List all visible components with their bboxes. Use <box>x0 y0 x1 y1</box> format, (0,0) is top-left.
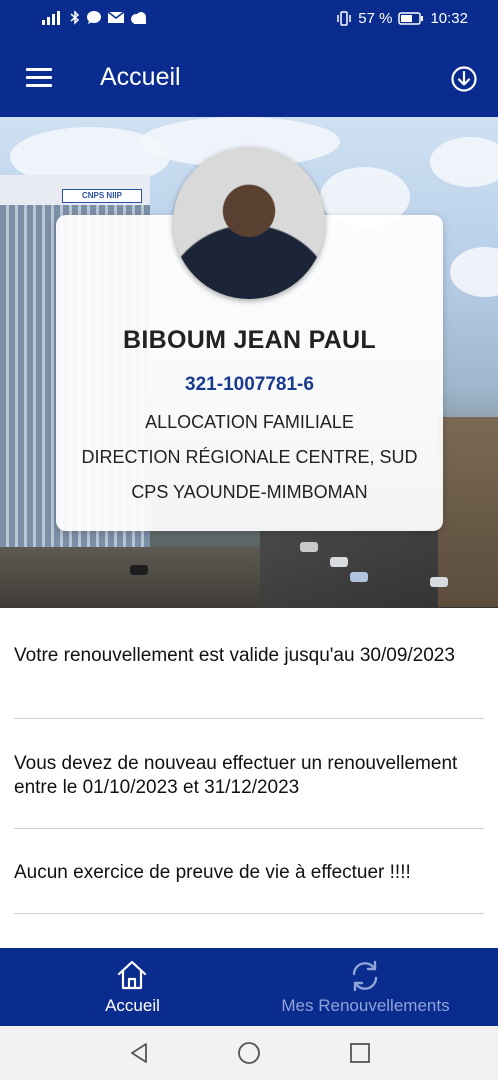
home-circle-icon[interactable] <box>236 1040 262 1066</box>
signal-icon <box>42 10 60 25</box>
home-icon <box>117 960 147 990</box>
status-time: 10:32 <box>430 10 468 27</box>
mail-icon <box>108 11 124 23</box>
system-navigation-bar <box>0 1026 498 1080</box>
back-icon[interactable] <box>126 1040 152 1066</box>
status-right: 57 % 10:32 <box>336 10 468 27</box>
vibrate-icon <box>337 11 351 26</box>
profile-direction: DIRECTION RÉGIONALE CENTRE, SUD <box>81 447 418 467</box>
bottom-navigation: Accueil Mes Renouvellements <box>0 948 498 1026</box>
recent-apps-icon[interactable] <box>347 1040 373 1066</box>
status-bar: 57 % 10:32 <box>0 0 498 40</box>
renewal-valid-message: Votre renouvellement est valide jusqu'au… <box>14 645 455 666</box>
bluetooth-icon <box>70 10 80 25</box>
battery-percent: 57 % <box>358 10 393 27</box>
renewal-period-message: Vous devez de nouveau effectuer un renou… <box>14 753 458 798</box>
hero-banner: CNPS NIIP BIBOUM JEAN PAUL 321-1007781-6… <box>0 117 498 608</box>
status-left-icons <box>42 10 148 25</box>
profile-id-number: 321-1007781-6 <box>185 374 314 395</box>
battery-icon <box>398 12 424 25</box>
divider <box>14 718 484 719</box>
profile-benefit-type: ALLOCATION FAMILIALE <box>145 412 354 432</box>
profile-name: BIBOUM JEAN PAUL <box>123 326 376 354</box>
page-title: Accueil <box>100 63 181 91</box>
divider <box>14 828 484 829</box>
download-icon[interactable] <box>450 65 478 93</box>
proof-of-life-message: Aucun exercice de preuve de vie à effect… <box>14 862 411 883</box>
avatar <box>173 147 325 299</box>
menu-icon[interactable] <box>26 68 52 88</box>
nav-label-accueil: Accueil <box>105 996 160 1015</box>
refresh-icon <box>352 960 378 992</box>
profile-centre: CPS YAOUNDE-MIMBOMAN <box>131 482 368 502</box>
nav-item-mes-renouvellements[interactable]: Mes Renouvellements <box>241 948 490 1026</box>
screen: 57 % 10:32 Accueil CNPS NIIP BIBOUM JEAN… <box>0 0 498 1080</box>
cloud-icon <box>131 11 146 24</box>
app-bar: Accueil <box>0 40 498 117</box>
building-sign: CNPS NIIP <box>62 189 142 203</box>
message-icon <box>87 11 101 24</box>
nav-item-accueil[interactable]: Accueil <box>8 948 257 1026</box>
nav-label-mes-renouvellements: Mes Renouvellements <box>281 996 450 1015</box>
divider <box>14 913 484 914</box>
